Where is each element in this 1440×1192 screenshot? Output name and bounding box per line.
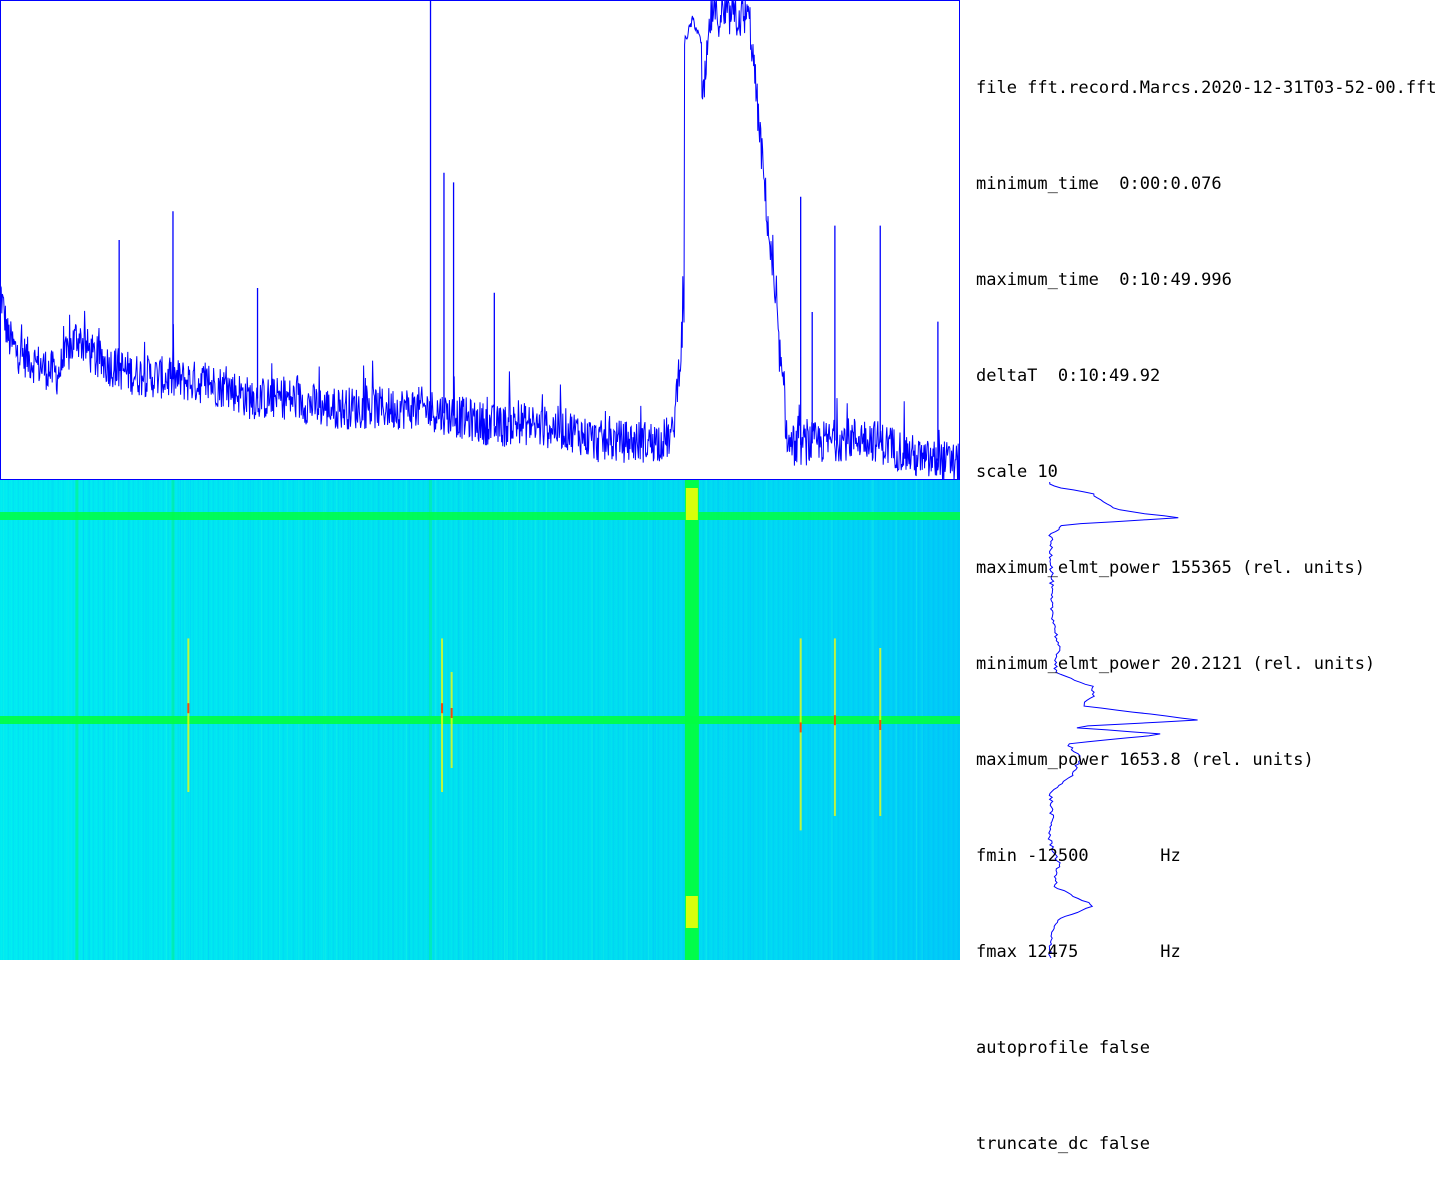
waterfall-signal-4 bbox=[799, 638, 802, 831]
waterfall-signal-core-6 bbox=[879, 720, 882, 730]
info-delta-t: deltaT 0:10:49.92 bbox=[976, 366, 1161, 386]
waterfall-signal-2 bbox=[441, 638, 444, 792]
waterfall-signal-core-1 bbox=[187, 703, 190, 714]
info-fmin: fmin -12500 Hz bbox=[976, 846, 1181, 866]
waterfall-hotspot-2 bbox=[685, 896, 698, 928]
info-panel: file fft.record.Marcs.2020-12-31T03-52-0… bbox=[976, 8, 1440, 1192]
info-maximum-time: maximum_time 0:10:49.996 bbox=[976, 270, 1232, 290]
info-autoprofile: autoprofile false bbox=[976, 1038, 1150, 1058]
info-minimum-time: minimum_time 0:00:0.076 bbox=[976, 174, 1222, 194]
info-scale: scale 10 bbox=[976, 462, 1058, 482]
spectrum-series-line bbox=[0, 0, 961, 484]
waterfall-signal-core-5 bbox=[833, 715, 836, 726]
waterfall-signal-core-3 bbox=[450, 708, 453, 718]
info-truncate-dc: truncate_dc false bbox=[976, 1134, 1150, 1154]
waterfall-signal-6 bbox=[879, 648, 882, 816]
spectrum-svg bbox=[0, 0, 961, 484]
waterfall-signal-core-4 bbox=[799, 722, 802, 733]
info-file: file fft.record.Marcs.2020-12-31T03-52-0… bbox=[976, 78, 1440, 98]
info-minimum-elmt-power: minimum_elmt_power 20.2121 (rel. units) bbox=[976, 654, 1376, 674]
waterfall-signal-core-2 bbox=[441, 703, 444, 714]
waterfall-hotspot-1 bbox=[685, 488, 698, 520]
waterfall-band-2 bbox=[0, 716, 960, 724]
waterfall-signal-1 bbox=[187, 638, 190, 792]
waterfall-signal-3 bbox=[450, 672, 453, 768]
waterfall-signal-5 bbox=[833, 638, 836, 816]
info-maximum-elmt-power: maximum_elmt_power 155365 (rel. units) bbox=[976, 558, 1365, 578]
spectrum-plot bbox=[0, 0, 961, 484]
waterfall-band-1 bbox=[0, 512, 960, 520]
waterfall-heatmap bbox=[0, 480, 960, 960]
info-maximum-power: maximum_power 1653.8 (rel. units) bbox=[976, 750, 1314, 770]
info-fmax: fmax 12475 Hz bbox=[976, 942, 1181, 962]
waterfall-svg bbox=[0, 480, 960, 960]
